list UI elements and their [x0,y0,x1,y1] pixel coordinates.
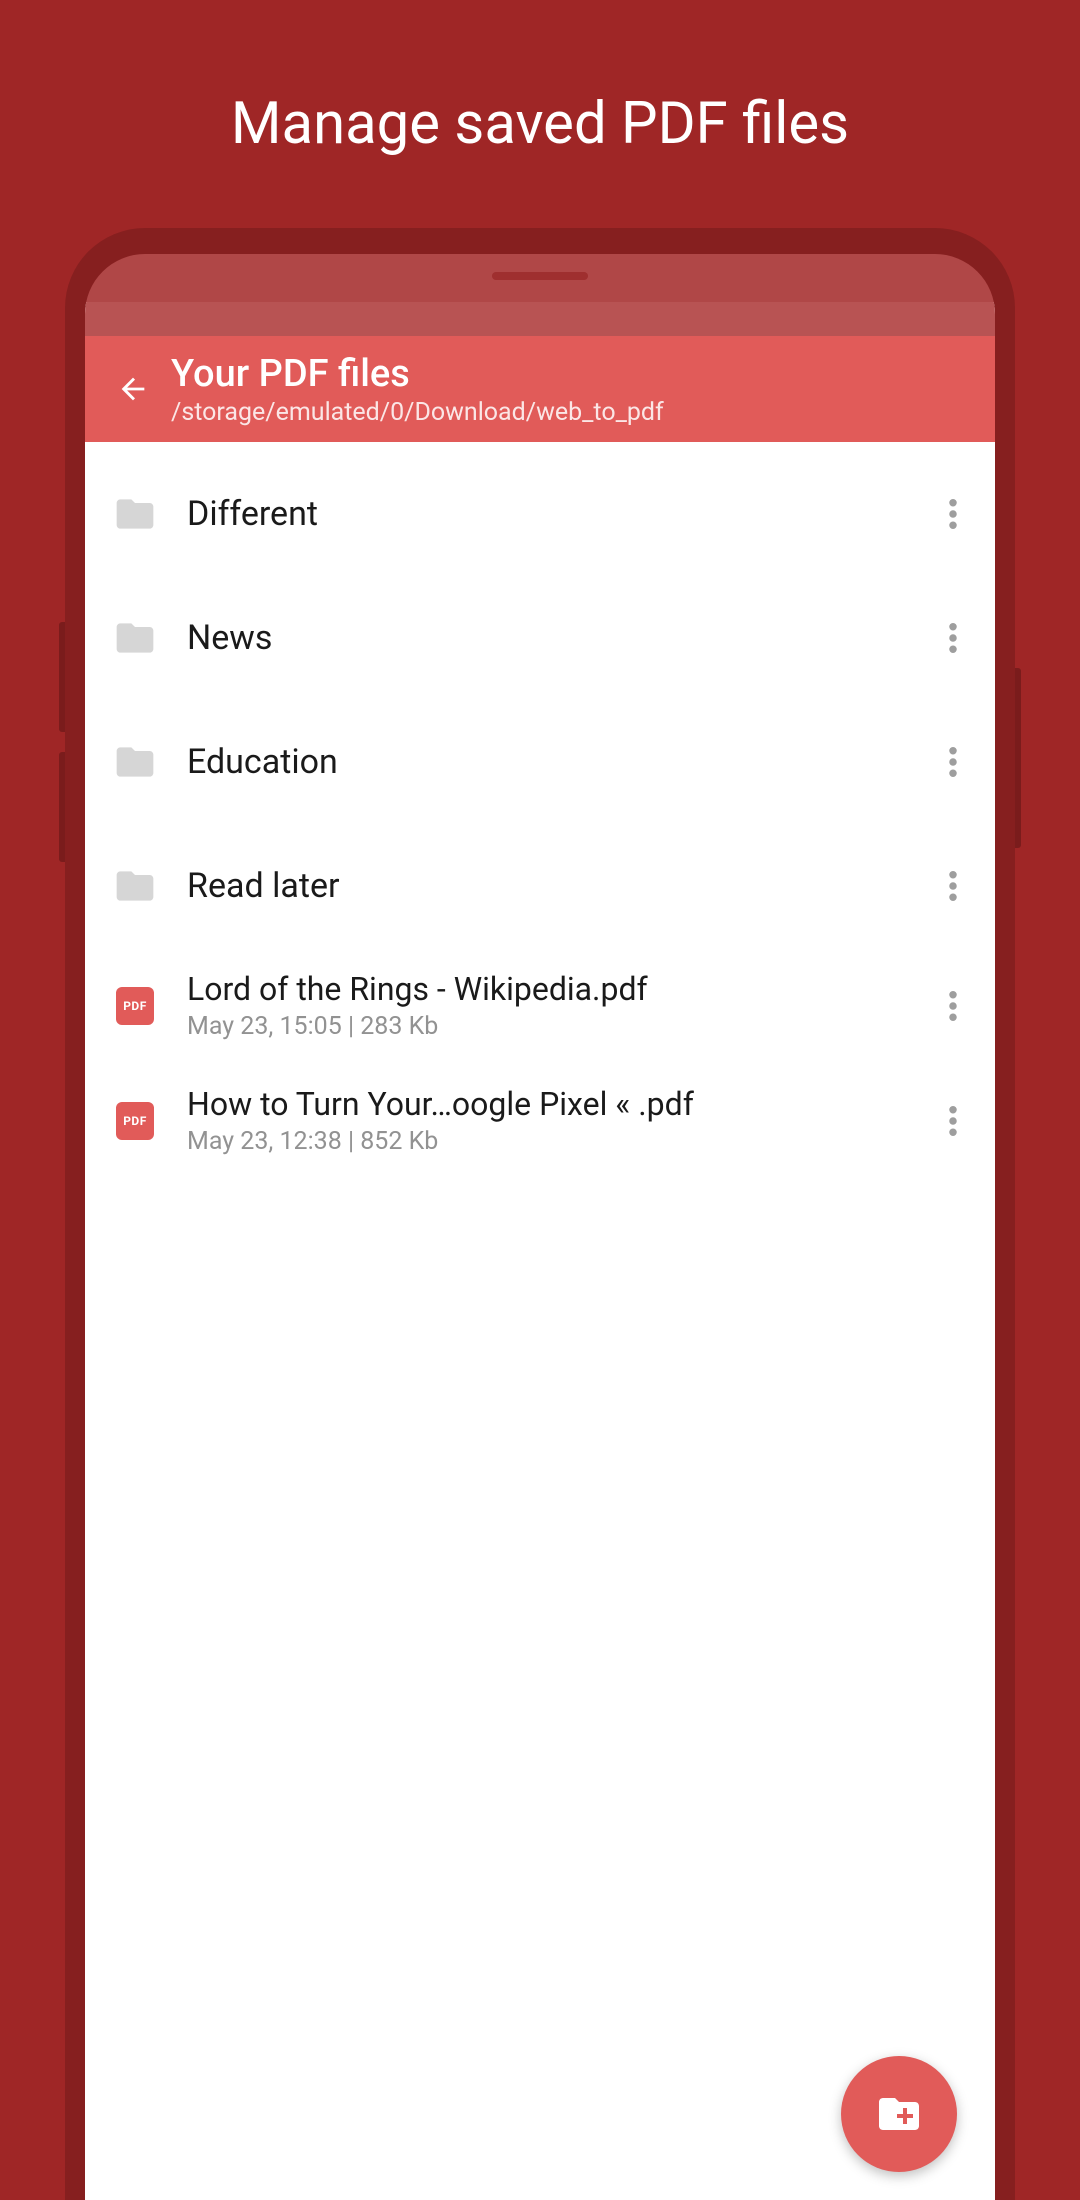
more-vertical-icon [949,1106,957,1136]
pdf-badge: PDF [116,987,154,1025]
more-button[interactable] [933,866,973,906]
folder-icon [113,740,157,784]
phone-frame: Your PDF files /storage/emulated/0/Downl… [65,228,1015,2200]
file-meta: May 23, 12:38 | 852 Kb [187,1127,933,1156]
more-button[interactable] [933,742,973,782]
app-screen: Your PDF files /storage/emulated/0/Downl… [85,302,995,2200]
file-item[interactable]: PDF Lord of the Rings - Wikipedia.pdf Ma… [85,948,995,1063]
more-vertical-icon [949,991,957,1021]
more-vertical-icon [949,871,957,901]
more-button[interactable] [933,494,973,534]
folder-icon [113,492,157,536]
more-vertical-icon [949,499,957,529]
folder-item[interactable]: Education [85,700,995,824]
more-vertical-icon [949,623,957,653]
file-text: How to Turn Your…oogle Pixel « .pdf May … [187,1085,933,1156]
more-vertical-icon [949,747,957,777]
phone-speaker [492,272,588,280]
file-name: Lord of the Rings - Wikipedia.pdf [187,970,933,1008]
add-folder-fab[interactable] [841,2056,957,2172]
folder-label: Read later [187,866,933,906]
folder-label: Different [187,494,933,534]
file-name: How to Turn Your…oogle Pixel « .pdf [187,1085,933,1123]
folder-label: Education [187,742,933,782]
phone-inner: Your PDF files /storage/emulated/0/Downl… [85,254,995,2200]
app-bar-text: Your PDF files /storage/emulated/0/Downl… [171,352,664,427]
folder-icon [113,616,157,660]
file-item[interactable]: PDF How to Turn Your…oogle Pixel « .pdf … [85,1063,995,1178]
promo-title: Manage saved PDF files [0,90,1080,158]
app-bar-title: Your PDF files [171,352,664,396]
pdf-badge: PDF [116,1102,154,1140]
more-button[interactable] [933,986,973,1026]
arrow-left-icon [116,372,150,406]
app-bar: Your PDF files /storage/emulated/0/Downl… [85,336,995,442]
phone-side-button [1015,668,1021,848]
pdf-icon: PDF [113,984,157,1028]
status-bar [85,302,995,336]
phone-side-button [59,752,65,862]
file-meta: May 23, 15:05 | 283 Kb [187,1012,933,1041]
folder-item[interactable]: Read later [85,824,995,948]
phone-side-button [59,622,65,732]
app-bar-path: /storage/emulated/0/Download/web_to_pdf [171,398,664,427]
back-button[interactable] [103,336,163,442]
folder-icon [113,864,157,908]
folder-item[interactable]: Different [85,452,995,576]
more-button[interactable] [933,618,973,658]
folder-item[interactable]: News [85,576,995,700]
new-folder-icon [875,2090,923,2138]
folder-label: News [187,618,933,658]
more-button[interactable] [933,1101,973,1141]
pdf-icon: PDF [113,1099,157,1143]
file-list: Different News [85,442,995,1178]
file-text: Lord of the Rings - Wikipedia.pdf May 23… [187,970,933,1041]
